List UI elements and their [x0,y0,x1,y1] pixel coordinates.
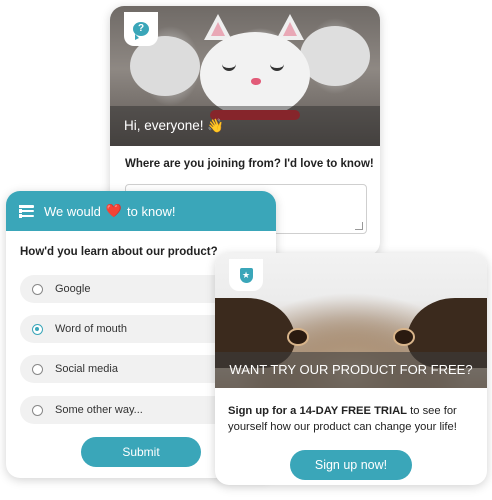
option-label: Social media [55,363,118,375]
free-trial-card: ★ WANT TRY OUR PRODUCT FOR FREE? Sign up… [215,253,487,485]
dog-eye [393,328,415,346]
radio-button[interactable] [32,404,43,416]
trial-badge: ★ [229,259,263,291]
star-shield-icon: ★ [239,267,253,283]
header-suffix: to know! [127,203,176,219]
option-label: Google [55,283,91,295]
resize-handle-icon[interactable] [355,222,363,230]
cat-figure [300,26,370,86]
submit-button[interactable]: Submit [81,437,201,467]
option-label: Word of mouth [55,323,127,335]
radio-button[interactable] [32,363,43,375]
heart-icon: ❤️ [105,203,123,218]
dog-eye [287,328,309,346]
list-icon [19,204,34,217]
question-text: Where are you joining from? I'd love to … [125,158,374,170]
poll-question: How'd you learn about our product? [20,246,218,258]
chat-bubble-question-icon: ? [133,22,149,40]
radio-button[interactable] [32,283,43,295]
trial-description-bold: Sign up for a 14-DAY FREE TRIAL [228,405,408,417]
poll-header: We would ❤️ to know! [6,191,276,231]
trial-description: Sign up for a 14-DAY FREE TRIAL to see f… [228,403,478,435]
option-label: Some other way... [55,404,143,416]
radio-button-selected[interactable] [32,323,43,335]
header-prefix: We would [44,203,101,219]
greeting-text: Hi, everyone! 👋 [110,106,380,146]
chat-badge: ? [124,12,158,46]
trial-banner: WANT TRY OUR PRODUCT FOR FREE? [215,352,487,388]
sign-up-button[interactable]: Sign up now! [290,450,412,480]
